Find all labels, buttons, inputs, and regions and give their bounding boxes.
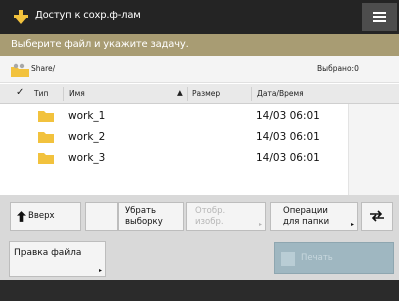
current-path: Share/	[31, 64, 56, 73]
folder-operations-label: Операции для папки	[283, 206, 330, 227]
corner-arrow-icon: ▸	[98, 267, 102, 274]
title-bar: Доступ к сохр.ф-лам	[0, 0, 399, 34]
column-name[interactable]: Имя	[69, 89, 85, 98]
menu-button[interactable]	[362, 3, 397, 31]
bottom-bar: Правка файла ▸ Печать	[0, 239, 399, 280]
hamburger-menu-icon	[373, 12, 386, 14]
shared-folder-icon	[11, 63, 29, 77]
table-row[interactable]: work_1 14/03 06:01	[0, 106, 348, 126]
edit-file-button[interactable]: Правка файла ▸	[9, 241, 106, 277]
file-date: 14/03 06:01	[256, 110, 320, 122]
instruction-banner: Выберите файл и укажите задачу.	[0, 34, 399, 56]
blank-button	[85, 202, 118, 231]
table-row[interactable]: work_2 14/03 06:01	[0, 127, 348, 147]
folder-icon	[38, 153, 54, 164]
up-arrow-icon	[17, 211, 26, 222]
column-size[interactable]: Размер	[192, 89, 220, 98]
start-label: Печать	[301, 253, 333, 263]
corner-arrow-icon: ▸	[350, 221, 354, 228]
folder-icon	[38, 132, 54, 143]
start-button: Печать	[274, 242, 394, 274]
toolbar: Вверх Убрать выборку Отобр. изобр. ▸ Опе…	[0, 195, 399, 239]
file-date: 14/03 06:01	[256, 152, 320, 164]
path-bar: Share/ Выбрано:0	[0, 56, 399, 83]
start-icon	[281, 252, 295, 266]
column-type[interactable]: Тип	[34, 89, 48, 98]
table-row[interactable]: work_3 14/03 06:01	[0, 148, 348, 164]
up-button-label: Вверх	[28, 211, 55, 221]
clear-selection-label: Убрать выборку	[125, 206, 163, 227]
refresh-icon	[370, 210, 384, 222]
show-image-button: Отобр. изобр. ▸	[186, 202, 266, 231]
window-title: Доступ к сохр.ф-лам	[35, 10, 141, 21]
status-footer	[0, 280, 399, 301]
sort-ascending-icon: ▲	[177, 88, 183, 97]
up-button[interactable]: Вверх	[10, 202, 81, 231]
file-name: work_3	[68, 152, 106, 164]
storage-access-icon	[14, 10, 28, 24]
clear-selection-button[interactable]: Убрать выборку	[118, 202, 184, 231]
select-all-check-icon[interactable]: ✓	[16, 87, 24, 98]
show-image-label: Отобр. изобр.	[195, 206, 226, 227]
corner-arrow-icon: ▸	[258, 221, 262, 228]
scroll-area[interactable]	[348, 104, 399, 195]
refresh-button[interactable]	[361, 202, 393, 231]
folder-operations-button[interactable]: Операции для папки ▸	[270, 202, 358, 231]
selected-count: Выбрано:0	[317, 64, 359, 73]
file-list-header: ✓ Тип Имя ▲ Размер Дата/Время	[0, 84, 399, 104]
file-name: work_1	[68, 110, 106, 122]
column-datetime[interactable]: Дата/Время	[257, 89, 304, 98]
file-name: work_2	[68, 131, 106, 143]
file-date: 14/03 06:01	[256, 131, 320, 143]
folder-icon	[38, 111, 54, 122]
edit-file-label: Правка файла	[14, 248, 82, 258]
